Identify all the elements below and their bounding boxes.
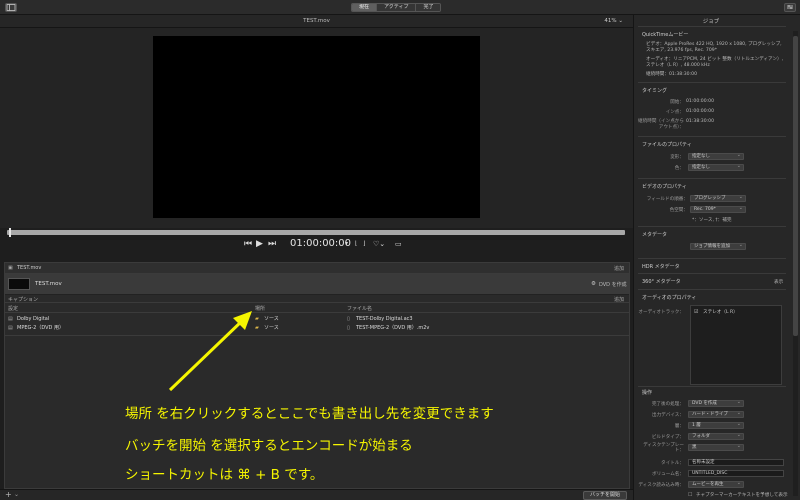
inspector-scrollbar[interactable] — [793, 31, 798, 496]
audio-props-title: オーディオのプロパティ — [642, 295, 697, 301]
layers-label: 層： — [674, 424, 684, 429]
transform-label: 変形： — [670, 155, 684, 160]
volume-name-label: ボリューム名： — [651, 472, 684, 477]
inspector-panel: ジョブ QuickTimeムービー ビデオ：Apple ProRes 422 H… — [633, 15, 800, 500]
inspector-title: ジョブ — [702, 19, 720, 25]
video-props-title: ビデオのプロパティ — [642, 184, 687, 190]
color-space-select[interactable]: Rec. 709* — [690, 206, 746, 213]
audio-track-list[interactable]: ☑ ステレオ（L R） — [690, 305, 782, 385]
action-title: 操作 — [642, 390, 653, 396]
transform-select[interactable]: 指定なし — [688, 153, 744, 160]
divider — [638, 26, 786, 27]
duration-info: 継続時間：01:38:30:00 — [646, 72, 697, 77]
disc-template-select[interactable]: 黒 — [688, 444, 744, 451]
field-order-label: フィールドの順番： — [646, 197, 688, 202]
file-props-title: ファイルのプロパティ — [642, 142, 692, 148]
build-type-label: ビルドタイプ： — [651, 435, 684, 440]
field-order-select[interactable]: プログレッシブ — [690, 195, 746, 202]
add-icon[interactable]: + — [5, 490, 12, 499]
divider — [638, 226, 786, 227]
audio-info: オーディオ：リニアPCM, 24 ビット 整数（リトルエンディアン）, ステレオ… — [646, 57, 784, 68]
in-value: 01:00:00:00 — [686, 109, 715, 114]
annotation-arrow — [168, 311, 252, 392]
in-label: イン点： — [665, 110, 684, 115]
checkbox-icon[interactable]: ☐ — [688, 492, 692, 498]
vr-show-link[interactable]: 表示 — [774, 279, 783, 285]
add-job-info-select[interactable]: ジョブ情報を追加 — [690, 243, 746, 250]
divider — [638, 82, 786, 83]
start-value: 01:00:00:00 — [686, 99, 715, 104]
output-device-label: 出力デバイス： — [651, 413, 684, 418]
annotation-line-1: 場所 を右クリックするとここでも書き出し先を変更できます — [125, 406, 494, 422]
inspector-icon — [787, 5, 793, 9]
annotation-line-2: バッチを開始 を選択するとエンコードが始まる — [125, 438, 413, 454]
inspector-toggle-button[interactable] — [784, 3, 796, 12]
divider — [638, 136, 786, 137]
legend-note: *：ソース, †：補完 — [692, 218, 732, 223]
layers-select[interactable]: 1 層 — [688, 422, 744, 429]
color-select[interactable]: 指定なし — [688, 164, 744, 171]
on-load-select[interactable]: ムービーを再生 — [688, 481, 744, 488]
checkbox-icon[interactable]: ☑ — [694, 309, 698, 315]
hdr-metadata-title: HDR メタデータ — [642, 264, 680, 270]
output-device-select[interactable]: ハード・ドライブ — [688, 411, 744, 418]
color-space-label: 色空間： — [669, 208, 688, 213]
start-batch-button[interactable]: バッチを開始 — [582, 491, 627, 500]
chevron-down-icon[interactable]: ⌄ — [14, 491, 19, 498]
when-done-select[interactable]: DVD を作成 — [688, 400, 744, 407]
on-load-label: ディスク読み込み時： — [638, 483, 684, 488]
when-done-label: 完了後の処理： — [651, 402, 684, 407]
file-type: QuickTimeムービー — [642, 32, 689, 38]
disc-template-label: ディスクテンプレート： — [643, 443, 684, 453]
audio-track-item: ステレオ（L R） — [703, 310, 738, 315]
metadata-title: メタデータ — [642, 232, 668, 238]
start-label: 開始： — [670, 100, 684, 105]
duration-label: 継続時間（イン点からアウト点）： — [638, 119, 684, 130]
divider — [638, 273, 786, 274]
annotation-line-3: ショートカットは ⌘ + B です。 — [125, 467, 324, 483]
video-info: ビデオ：Apple ProRes 422 HQ, 1920 x 1080, プロ… — [646, 42, 782, 53]
build-type-select[interactable]: フォルダ — [688, 433, 744, 440]
divider — [638, 258, 786, 259]
duration-value: 01:38:30:00 — [686, 119, 715, 124]
disc-title-input[interactable]: 名称未設定 — [688, 459, 784, 466]
disc-title-label: タイトル： — [661, 461, 684, 466]
bottom-bar: + ⌄ バッチを開始 — [0, 489, 633, 500]
divider — [638, 178, 786, 179]
volume-name-input[interactable]: UNTITLED_DISC — [688, 470, 784, 477]
vr-metadata-title: 360° メタデータ — [642, 279, 681, 285]
color-label: 色： — [674, 166, 684, 171]
scrollbar-thumb[interactable] — [793, 36, 798, 336]
divider — [638, 386, 786, 387]
chapter-text-option: チャプターマーカーテキストを予想して表示 — [696, 493, 788, 498]
divider — [638, 289, 786, 290]
timing-section-title: タイミング — [642, 88, 668, 94]
audio-track-label: オーディオトラック： — [638, 310, 684, 315]
